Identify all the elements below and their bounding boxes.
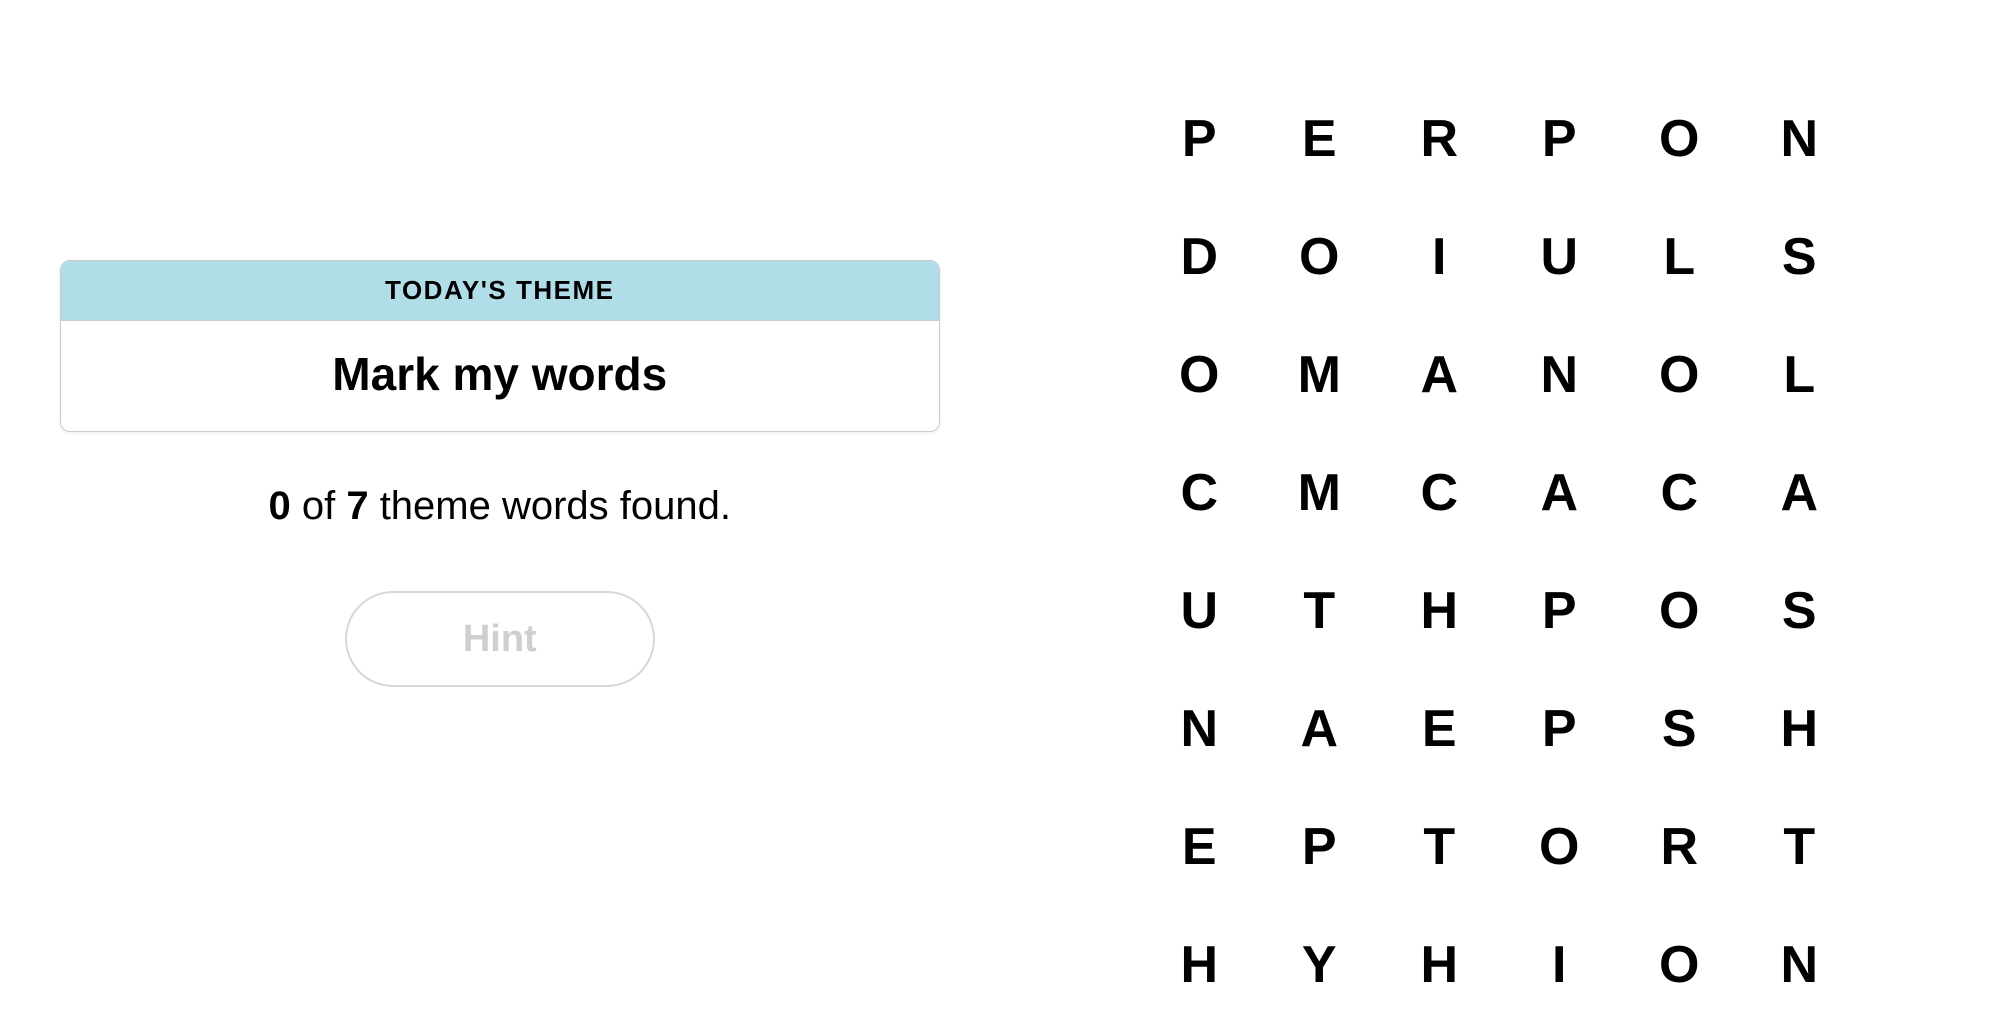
letter-cell[interactable]: P: [1139, 80, 1259, 198]
letter-cell[interactable]: N: [1739, 80, 1859, 198]
progress-text: 0 of 7 theme words found.: [268, 484, 731, 529]
letter-cell[interactable]: A: [1259, 670, 1379, 788]
letter-cell[interactable]: A: [1739, 434, 1859, 552]
theme-card: TODAY'S THEME Mark my words: [60, 260, 940, 432]
letter-cell[interactable]: M: [1259, 316, 1379, 434]
letter-cell[interactable]: T: [1739, 788, 1859, 906]
letter-cell[interactable]: P: [1499, 552, 1619, 670]
letter-cell[interactable]: C: [1619, 434, 1739, 552]
letter-cell[interactable]: T: [1259, 552, 1379, 670]
letter-cell[interactable]: O: [1619, 552, 1739, 670]
letter-cell[interactable]: R: [1619, 788, 1739, 906]
letter-cell[interactable]: N: [1139, 670, 1259, 788]
game-container: TODAY'S THEME Mark my words 0 of 7 theme…: [0, 0, 1999, 945]
letter-cell[interactable]: O: [1619, 906, 1739, 1024]
letter-cell[interactable]: O: [1619, 80, 1739, 198]
letter-cell[interactable]: H: [1379, 552, 1499, 670]
hint-button[interactable]: Hint: [345, 591, 655, 687]
letter-cell[interactable]: E: [1259, 80, 1379, 198]
letter-cell[interactable]: P: [1259, 788, 1379, 906]
letter-cell[interactable]: N: [1739, 906, 1859, 1024]
letter-cell[interactable]: T: [1379, 788, 1499, 906]
letter-cell[interactable]: R: [1379, 80, 1499, 198]
letter-grid: PERPONDOIULSOMANOLCMCACAUTHPOSNAEPSHEPTO…: [1139, 80, 1859, 945]
letter-cell[interactable]: L: [1739, 316, 1859, 434]
words-total-count: 7: [346, 484, 368, 528]
letter-cell[interactable]: O: [1259, 198, 1379, 316]
letter-cell[interactable]: U: [1139, 552, 1259, 670]
progress-suffix: theme words found.: [369, 484, 731, 528]
letter-cell[interactable]: C: [1379, 434, 1499, 552]
letter-cell[interactable]: E: [1139, 788, 1259, 906]
letter-cell[interactable]: M: [1259, 434, 1379, 552]
letter-cell[interactable]: P: [1499, 670, 1619, 788]
letter-cell[interactable]: O: [1619, 316, 1739, 434]
letter-cell[interactable]: O: [1499, 788, 1619, 906]
letter-cell[interactable]: I: [1499, 906, 1619, 1024]
words-found-count: 0: [268, 484, 290, 528]
letter-cell[interactable]: H: [1379, 906, 1499, 1024]
theme-header-label: TODAY'S THEME: [61, 261, 939, 321]
theme-title: Mark my words: [61, 321, 939, 431]
letter-cell[interactable]: U: [1499, 198, 1619, 316]
letter-cell[interactable]: N: [1499, 316, 1619, 434]
letter-cell[interactable]: Y: [1259, 906, 1379, 1024]
progress-sep: of: [291, 484, 347, 528]
letter-cell[interactable]: E: [1379, 670, 1499, 788]
grid-panel: PERPONDOIULSOMANOLCMCACAUTHPOSNAEPSHEPTO…: [1000, 0, 1999, 945]
letter-cell[interactable]: H: [1139, 906, 1259, 1024]
info-panel: TODAY'S THEME Mark my words 0 of 7 theme…: [0, 0, 1000, 945]
letter-cell[interactable]: L: [1619, 198, 1739, 316]
letter-cell[interactable]: A: [1379, 316, 1499, 434]
letter-cell[interactable]: S: [1619, 670, 1739, 788]
letter-cell[interactable]: S: [1739, 198, 1859, 316]
letter-cell[interactable]: S: [1739, 552, 1859, 670]
letter-cell[interactable]: P: [1499, 80, 1619, 198]
letter-cell[interactable]: O: [1139, 316, 1259, 434]
letter-cell[interactable]: C: [1139, 434, 1259, 552]
letter-cell[interactable]: I: [1379, 198, 1499, 316]
letter-cell[interactable]: H: [1739, 670, 1859, 788]
letter-cell[interactable]: A: [1499, 434, 1619, 552]
letter-cell[interactable]: D: [1139, 198, 1259, 316]
